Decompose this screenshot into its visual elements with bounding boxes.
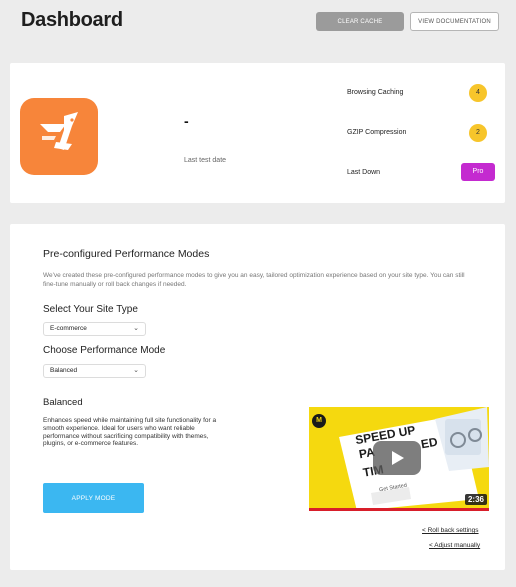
adjust-manually-link[interactable]: < Adjust manually xyxy=(429,542,480,549)
video-headline-4: ED xyxy=(419,434,439,452)
stat-label-gzip-compression: GZIP Compression xyxy=(347,129,407,136)
video-thumbnail[interactable]: M SPEED UP PA TIM ED Get Started 2:36 xyxy=(309,407,489,511)
brand-logo-icon: M xyxy=(312,414,326,428)
performance-mode-value: Balanced xyxy=(50,367,78,374)
clear-cache-button[interactable]: CLEAR CACHE xyxy=(316,12,404,31)
page-title: Dashboard xyxy=(21,9,123,31)
video-duration: 2:36 xyxy=(464,494,487,505)
hummingbird-icon xyxy=(40,112,78,150)
roll-back-settings-link[interactable]: < Roll back settings xyxy=(422,527,479,534)
pro-badge[interactable]: Pro xyxy=(461,163,495,181)
view-documentation-button[interactable]: VIEW DOCUMENTATION xyxy=(410,12,499,31)
chevron-down-icon: ⌄ xyxy=(133,325,139,332)
top-bar: Dashboard CLEAR CACHE VIEW DOCUMENTATION xyxy=(0,0,516,42)
performance-mode-select[interactable]: Balanced ⌄ xyxy=(43,364,146,378)
play-button[interactable] xyxy=(373,441,421,475)
last-test-date-label: Last test date xyxy=(184,157,227,164)
video-progress-bar xyxy=(309,508,489,511)
selected-mode-description: Enhances speed while maintaining full si… xyxy=(43,417,217,448)
apply-mode-button[interactable]: APPLY MODE xyxy=(43,483,144,513)
gzip-compression-badge: 2 xyxy=(469,124,487,142)
site-type-value: E-commerce xyxy=(50,325,87,332)
section-description: We've created these pre-configured perfo… xyxy=(43,272,465,289)
section-title: Pre-configured Performance Modes xyxy=(43,248,210,260)
chevron-down-icon: ⌄ xyxy=(133,367,139,374)
browsing-caching-badge: 4 xyxy=(469,84,487,102)
site-type-select[interactable]: E-commerce ⌄ xyxy=(43,322,146,336)
performance-mode-label: Choose Performance Mode xyxy=(43,345,166,356)
stat-label-browsing-caching: Browsing Caching xyxy=(347,89,404,96)
performance-modes-card: Pre-configured Performance Modes We've c… xyxy=(10,224,505,570)
site-type-label: Select Your Site Type xyxy=(43,304,138,315)
performance-score: - xyxy=(184,113,189,129)
selected-mode-name: Balanced xyxy=(43,397,83,408)
plugin-logo xyxy=(20,98,98,175)
play-icon xyxy=(392,451,404,465)
summary-card: - Last test date Browsing Caching 4 GZIP… xyxy=(10,63,505,203)
stat-label-last-down: Last Down xyxy=(347,169,381,176)
